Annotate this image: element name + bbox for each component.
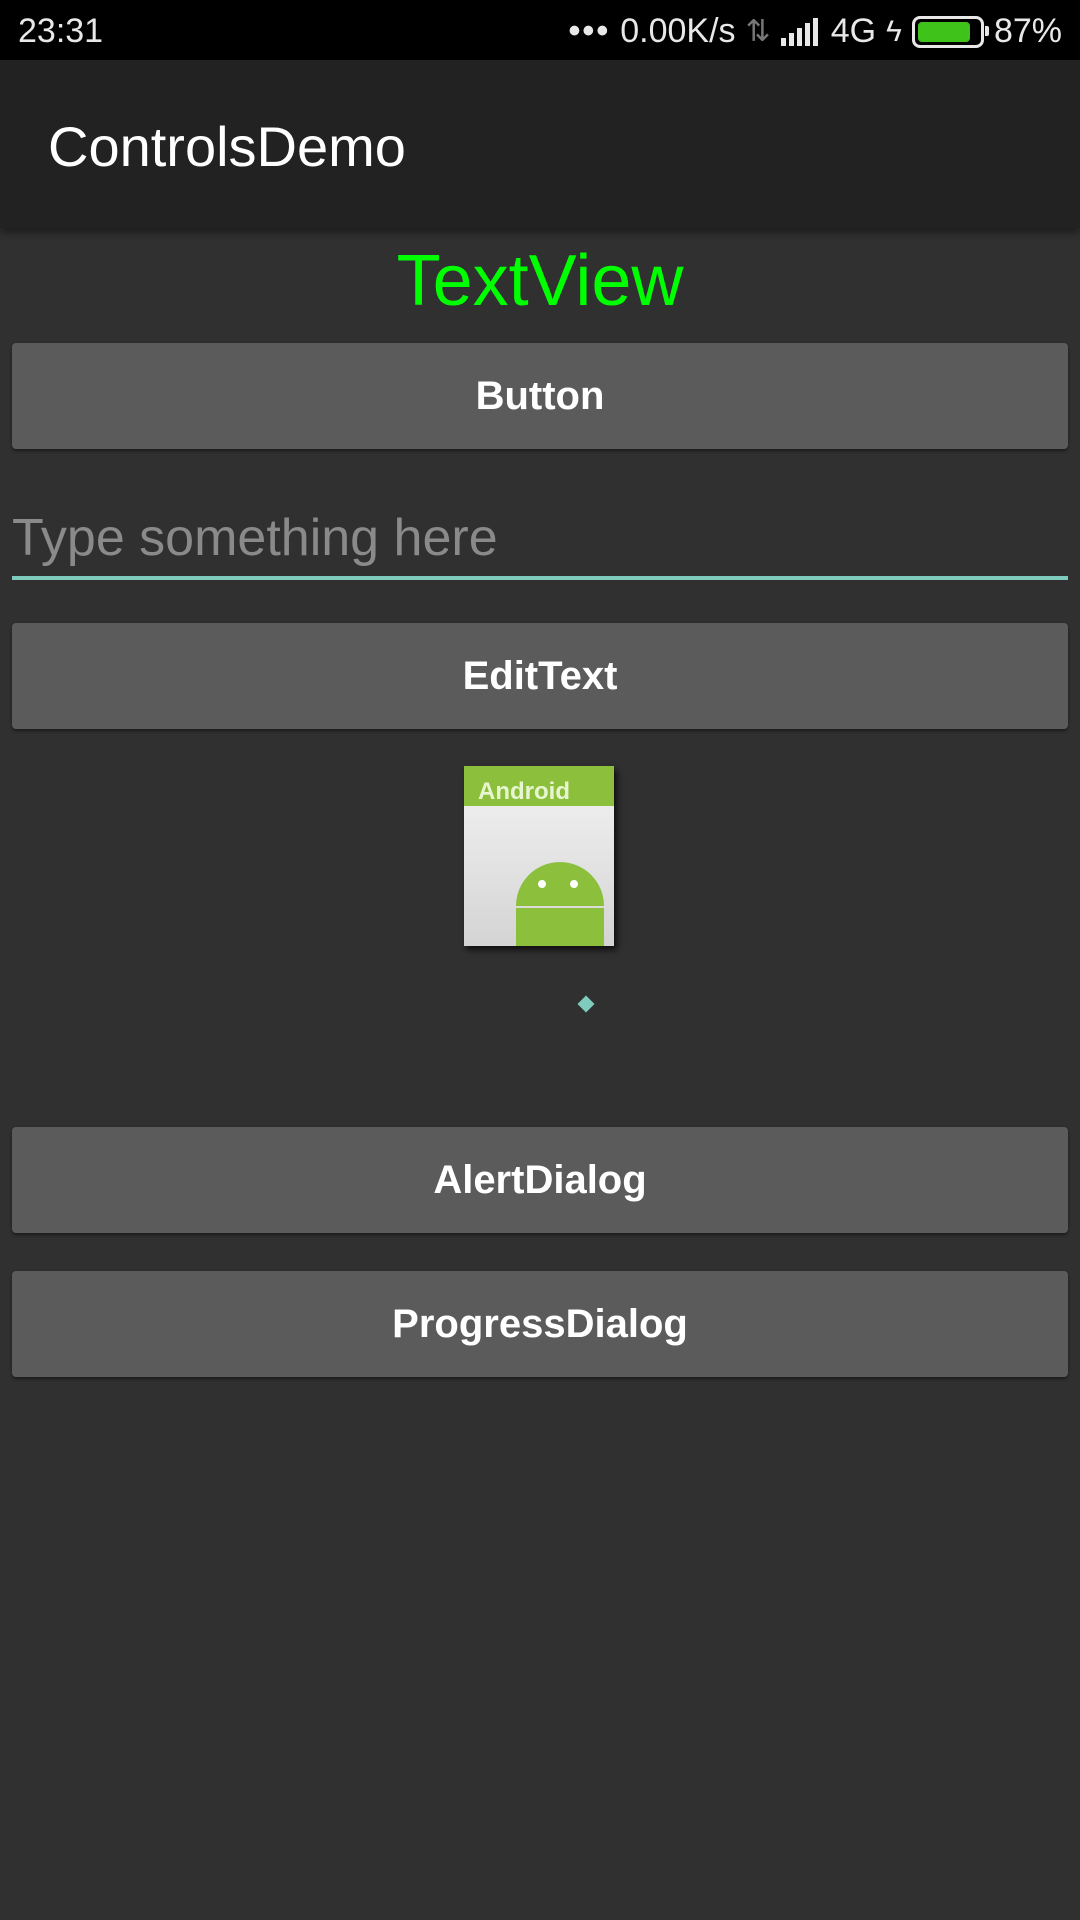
edit-text-container	[12, 500, 1068, 586]
android-image-label: Android	[478, 778, 570, 805]
network-type: 4G	[830, 12, 877, 50]
data-arrows-icon: ⇅	[745, 15, 771, 48]
alert-dialog-button[interactable]: AlertDialog	[12, 1127, 1068, 1233]
notification-dots-icon: •••	[568, 12, 611, 50]
textview-label: TextView	[396, 241, 684, 321]
battery-percent: 87%	[993, 12, 1062, 50]
net-speed: 0.00K/s	[620, 12, 736, 50]
signal-icon	[780, 17, 821, 46]
progress-dialog-button[interactable]: ProgressDialog	[12, 1271, 1068, 1377]
app-bar: ControlsDemo	[0, 60, 1080, 228]
status-bar: 23:31 ••• 0.00K/s ⇅ 4G ϟ 87%	[0, 0, 1080, 60]
battery-icon	[911, 15, 989, 48]
battery-fill	[917, 21, 970, 42]
button-button[interactable]: Button	[12, 343, 1068, 449]
edittext-button[interactable]: EditText	[12, 623, 1068, 729]
charging-icon: ϟ	[886, 14, 902, 48]
status-icons: ••• 0.00K/s ⇅ 4G ϟ 87%	[569, 12, 1062, 51]
text-input-field[interactable]	[12, 500, 1068, 580]
progress-spinner-icon	[577, 995, 595, 1013]
android-image: Android	[464, 766, 614, 946]
status-time: 23:31	[18, 12, 104, 50]
app-title: ControlsDemo	[48, 115, 406, 178]
